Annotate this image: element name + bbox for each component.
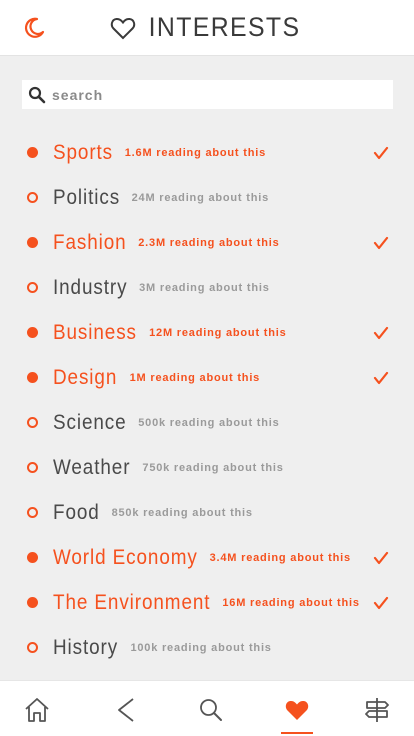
lightning-icon xyxy=(118,698,134,722)
interest-row[interactable]: Industry 3M reading about this xyxy=(0,265,414,310)
interest-label-group: Politics 24M reading about this xyxy=(53,186,269,210)
tab-interests[interactable] xyxy=(282,695,312,725)
active-tab-indicator xyxy=(281,732,313,734)
interest-row[interactable]: Weather 750k reading about this xyxy=(0,445,414,490)
checkmark-icon xyxy=(373,326,389,339)
interest-row[interactable]: Food 850k reading about this xyxy=(0,490,414,535)
reader-count: 3M reading about this xyxy=(139,281,270,294)
checkmark-icon xyxy=(373,146,389,159)
interest-row[interactable]: Science 500k reading about this xyxy=(0,400,414,445)
reader-count: 3.4M reading about this xyxy=(209,551,351,564)
search-icon xyxy=(200,699,222,721)
interest-name: Design xyxy=(53,365,118,389)
reader-count: 24M reading about this xyxy=(131,191,270,204)
interest-label-group: World Economy 3.4M reading about this xyxy=(53,546,351,570)
reader-count: 16M reading about this xyxy=(222,596,360,609)
interest-name: World Economy xyxy=(53,545,198,569)
interest-row[interactable]: Design 1M reading about this xyxy=(0,355,414,400)
unselected-dot-icon xyxy=(27,507,38,518)
app-header: INTERESTS xyxy=(0,0,414,56)
interest-label-group: Business 12M reading about this xyxy=(53,321,287,345)
interest-label-group: Food 850k reading about this xyxy=(53,501,253,525)
interest-label-group: Fashion 2.3M reading about this xyxy=(53,231,280,255)
unselected-dot-icon xyxy=(27,462,38,473)
interest-label-group: Design 1M reading about this xyxy=(53,366,260,390)
selected-dot-icon xyxy=(27,147,38,158)
interest-row[interactable]: Politics 24M reading about this xyxy=(0,175,414,220)
unselected-dot-icon xyxy=(27,282,38,293)
title-text: INTERESTS xyxy=(149,12,301,42)
selected-dot-icon xyxy=(27,552,38,563)
reader-count: 1M reading about this xyxy=(129,371,261,384)
interest-label-group: Weather 750k reading about this xyxy=(53,456,284,480)
selected-dot-icon xyxy=(27,327,38,338)
interest-name: Food xyxy=(53,500,100,524)
selected-dot-icon xyxy=(27,597,38,608)
home-icon xyxy=(25,698,49,722)
interest-row[interactable]: Sports 1.6M reading about this xyxy=(0,130,414,175)
selected-dot-icon xyxy=(27,237,38,248)
checkmark-icon xyxy=(373,371,389,384)
interest-name: Business xyxy=(53,320,137,344)
search-input[interactable] xyxy=(52,86,372,103)
checkmark-icon xyxy=(373,236,389,249)
tab-search[interactable] xyxy=(196,695,226,725)
tab-home[interactable] xyxy=(22,695,52,725)
reader-count: 750k reading about this xyxy=(142,461,284,474)
bottom-tab-bar xyxy=(0,680,414,736)
checkmark-icon xyxy=(373,551,389,564)
search-bar[interactable] xyxy=(22,80,393,109)
interest-name: Fashion xyxy=(53,230,127,254)
signpost-icon xyxy=(365,698,389,722)
interest-row[interactable]: Fashion 2.3M reading about this xyxy=(0,220,414,265)
interest-name: Weather xyxy=(53,455,131,479)
interest-row[interactable]: Business 12M reading about this xyxy=(0,310,414,355)
interest-name: Politics xyxy=(53,185,121,209)
reader-count: 2.3M reading about this xyxy=(138,236,280,249)
interest-name: Sports xyxy=(53,140,114,164)
interest-name: Industry xyxy=(53,275,128,299)
reader-count: 1.6M reading about this xyxy=(124,146,266,159)
tab-trending[interactable] xyxy=(111,695,141,725)
interest-name: The Environment xyxy=(53,590,211,614)
unselected-dot-icon xyxy=(27,192,38,203)
interest-name: Science xyxy=(53,410,127,434)
interest-row[interactable]: The Environment 16M reading about this xyxy=(0,580,414,625)
heart-outline-icon xyxy=(111,17,136,39)
unselected-dot-icon xyxy=(27,642,38,653)
interest-label-group: Sports 1.6M reading about this xyxy=(53,141,266,165)
reader-count: 12M reading about this xyxy=(149,326,287,339)
interest-name: History xyxy=(53,635,119,659)
reader-count: 850k reading about this xyxy=(111,506,253,519)
heart-icon xyxy=(285,700,309,720)
reader-count: 500k reading about this xyxy=(138,416,280,429)
interest-label-group: Industry 3M reading about this xyxy=(53,276,270,300)
tab-directions[interactable] xyxy=(362,695,392,725)
checkmark-icon xyxy=(373,596,389,609)
unselected-dot-icon xyxy=(27,417,38,428)
page-title: INTERESTS xyxy=(0,12,414,43)
selected-dot-icon xyxy=(27,372,38,383)
interest-label-group: The Environment 16M reading about this xyxy=(53,591,360,615)
interest-label-group: Science 500k reading about this xyxy=(53,411,280,435)
interest-label-group: History 100k reading about this xyxy=(53,636,272,660)
interest-row[interactable]: World Economy 3.4M reading about this xyxy=(0,535,414,580)
interest-row[interactable]: History 100k reading about this xyxy=(0,625,414,670)
search-icon xyxy=(28,86,46,103)
reader-count: 100k reading about this xyxy=(130,641,272,654)
